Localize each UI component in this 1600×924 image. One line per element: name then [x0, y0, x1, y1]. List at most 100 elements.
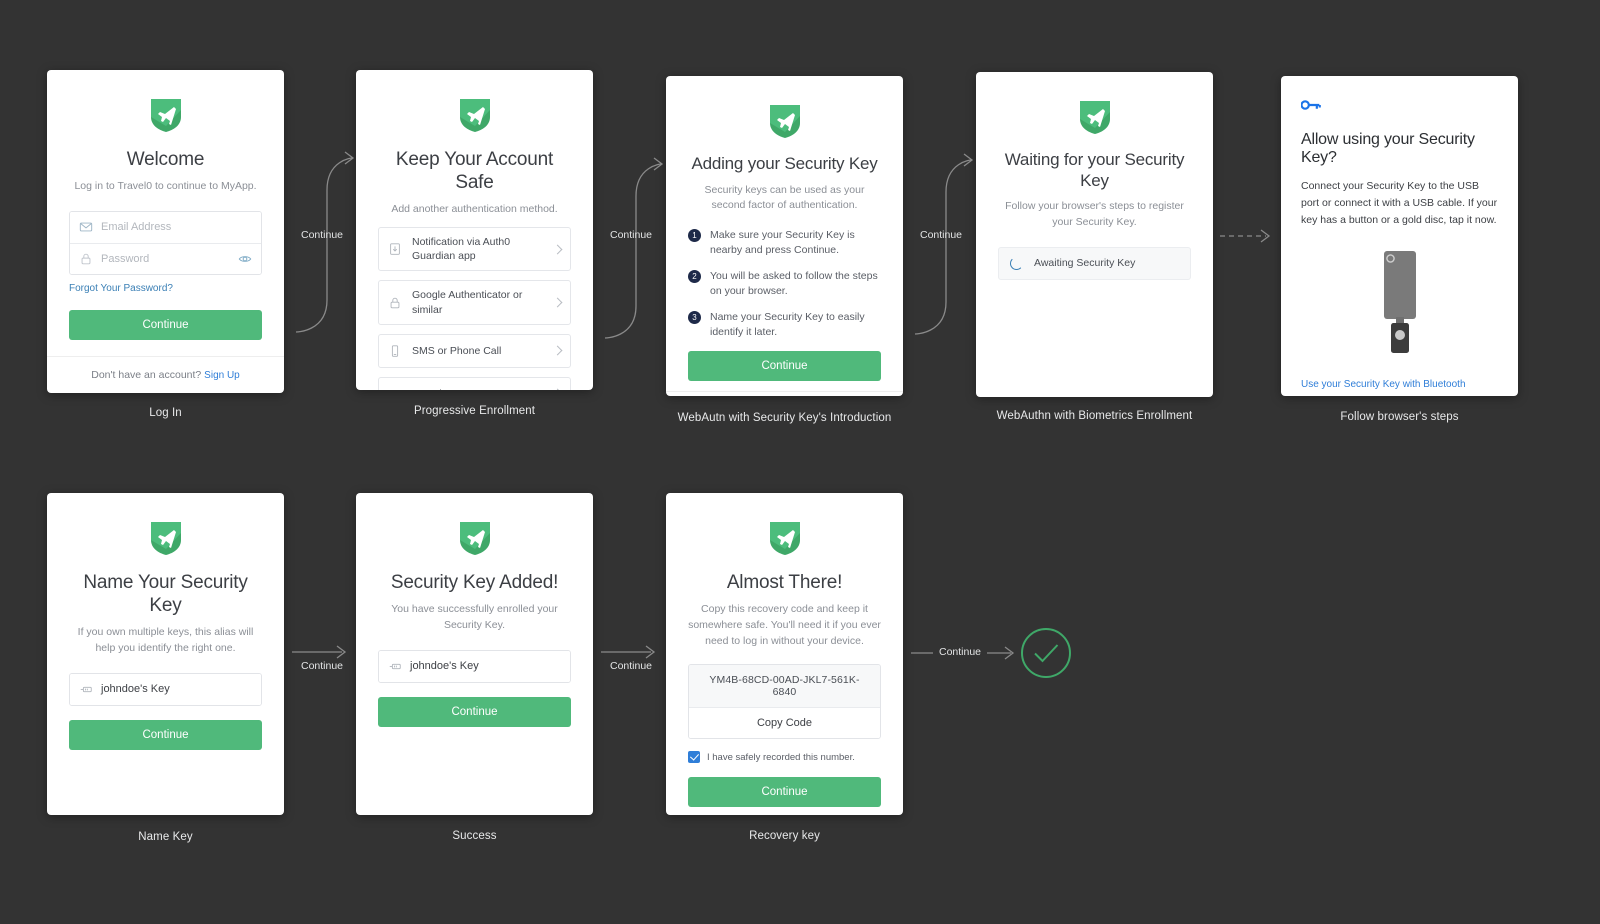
step-text: You will be asked to follow the steps on…: [710, 270, 878, 297]
email-field[interactable]: Email Address: [70, 211, 261, 243]
awaiting-status-box: Awaiting Security Key: [998, 246, 1191, 280]
option-security-key[interactable]: Security Key: [378, 376, 571, 390]
card-login: Welcome Log in to Travel0 to continue to…: [47, 70, 284, 393]
page-title: Adding your Security Key: [691, 154, 878, 173]
option-google-authenticator[interactable]: Google Authenticator or similar: [378, 280, 571, 325]
recovery-code-box: YM4B-68CD-00AD-JKL7-561K-6840 Copy Code: [688, 664, 881, 740]
card-recovery-key: Almost There! Copy this recovery code an…: [666, 493, 903, 815]
waiting-body: Waiting for your Security Key Follow you…: [976, 72, 1213, 397]
card-waiting: Waiting for your Security Key Follow you…: [976, 72, 1213, 397]
option-label: Notification via Auth0 Guardian app: [412, 236, 511, 263]
login-footer: Don't have an account? Sign Up: [47, 356, 284, 393]
recorded-checkbox-row[interactable]: I have safely recorded this number.: [688, 751, 881, 764]
travel0-shield-plane-logo: [769, 522, 800, 555]
connector-label-4: Continue: [300, 660, 344, 672]
caption-enrollment: Progressive Enrollment: [413, 405, 536, 417]
travel0-shield-plane-logo: [769, 105, 800, 138]
continue-button[interactable]: Continue: [688, 777, 881, 808]
enrollment-options: Notification via Auth0 Guardian app Goog…: [378, 227, 571, 390]
step-item: 1 Make sure your Security Key is nearby …: [688, 228, 881, 258]
card-browser-dialog: Allow using your Security Key? Connect y…: [1281, 76, 1518, 396]
option-label: SMS or Phone Call: [412, 344, 502, 357]
step-item: 3 Name your Security Key to easily ident…: [688, 310, 881, 340]
lock-icon: [81, 253, 91, 265]
page-title: Welcome: [126, 149, 205, 170]
connector-label-2: Continue: [609, 229, 653, 241]
card-security-key-intro: Adding your Security Key Security keys c…: [666, 76, 903, 396]
recorded-checkbox-label: I have safely recorded this number.: [707, 751, 855, 763]
intro-steps: 1 Make sure your Security Key is nearby …: [688, 228, 881, 339]
caption-recovery: Recovery key: [749, 830, 820, 842]
bluetooth-link[interactable]: Use your Security Key with Bluetooth: [1301, 379, 1466, 390]
flow-board: Welcome Log in to Travel0 to continue to…: [0, 0, 1600, 924]
usb-security-key-illustration: [1301, 251, 1498, 361]
key-name-input-group: johndoe's Key: [69, 672, 262, 706]
continue-button[interactable]: Continue: [688, 350, 881, 381]
security-key-icon: [389, 663, 401, 670]
dialog-body-text: Connect your Security Key to the USB por…: [1301, 180, 1498, 226]
step-number-badge: 3: [688, 310, 701, 324]
travel0-shield-plane-logo: [459, 99, 490, 132]
connector-waiting-to-browser: [1220, 229, 1271, 243]
connector-label-5: Continue: [609, 660, 653, 672]
page-subtitle: Log in to Travel0 to continue to MyApp.: [74, 180, 257, 193]
option-guardian-push[interactable]: Notification via Auth0 Guardian app: [378, 227, 571, 272]
recorded-checkbox[interactable]: [688, 751, 700, 764]
travel0-shield-plane-logo: [150, 99, 181, 132]
login-body: Welcome Log in to Travel0 to continue to…: [47, 70, 284, 356]
email-placeholder: Email Address: [101, 221, 172, 234]
intro-body: Adding your Security Key Security keys c…: [666, 76, 903, 391]
eye-icon[interactable]: [238, 252, 252, 266]
caption-name-key: Name Key: [138, 831, 193, 843]
page-title: Almost There!: [726, 572, 843, 593]
key-name-input[interactable]: johndoe's Key: [379, 650, 570, 682]
password-field[interactable]: Password: [70, 242, 261, 274]
option-sms-phone[interactable]: SMS or Phone Call: [378, 333, 571, 368]
caption-waiting: WebAuthn with Biometrics Enrollment: [996, 410, 1193, 422]
chevron-right-icon: [552, 244, 563, 255]
dialog-title: Allow using your Security Key?: [1301, 131, 1475, 166]
page-subtitle: You have successfully enrolled your Secu…: [391, 603, 558, 631]
page-subtitle: Copy this recovery code and keep it some…: [688, 603, 881, 647]
continue-button[interactable]: Continue: [378, 696, 571, 727]
recovery-code-value: YM4B-68CD-00AD-JKL7-561K-6840: [689, 665, 880, 708]
key-name-input[interactable]: johndoe's Key: [70, 673, 261, 705]
connector-intro-to-waiting: [914, 153, 974, 335]
loading-spinner-icon: [1010, 256, 1023, 270]
chevron-right-icon: [552, 388, 563, 390]
page-subtitle: Security keys can be used as your second…: [704, 183, 865, 212]
key-name-value: johndoe's Key: [101, 683, 170, 696]
signup-link[interactable]: Sign Up: [204, 370, 240, 381]
caption-intro: WebAutn with Security Key's Introduction: [677, 412, 892, 424]
travel0-shield-plane-logo: [1079, 101, 1110, 134]
step-number-badge: 2: [688, 270, 701, 284]
card-name-key: Name Your Security Key If you own multip…: [47, 493, 284, 815]
connector-label-1: Continue: [300, 229, 344, 241]
copy-code-button[interactable]: Copy Code: [689, 707, 880, 739]
step-number-badge: 1: [688, 229, 701, 243]
card-enrollment: Keep Your Account Safe Add another authe…: [356, 70, 593, 390]
continue-button[interactable]: Continue: [69, 309, 262, 340]
continue-button[interactable]: Continue: [69, 719, 262, 750]
option-label: Google Authenticator or similar: [412, 289, 523, 316]
step-item: 2 You will be asked to follow the steps …: [688, 269, 881, 299]
success-body: Security Key Added! You have successfull…: [356, 493, 593, 815]
page-title: Security Key Added!: [390, 572, 559, 593]
key-name-value: johndoe's Key: [410, 660, 479, 673]
page-title: Waiting for your Security Key: [1004, 150, 1185, 190]
step-text: Make sure your Security Key is nearby an…: [710, 229, 855, 257]
connector-label-3: Continue: [919, 229, 963, 241]
security-key-icon: [80, 687, 92, 693]
option-label: Security Key: [412, 387, 544, 390]
travel0-shield-plane-logo: [459, 522, 490, 555]
travel0-shield-plane-logo: [150, 522, 181, 555]
forgot-password-link[interactable]: Forgot Your Password?: [69, 283, 173, 294]
key-icon: [1300, 100, 1321, 110]
security-key-icon: [388, 387, 402, 390]
enrollment-body: Keep Your Account Safe Add another authe…: [356, 70, 593, 390]
push-notification-icon: [390, 243, 400, 255]
name-key-body: Name Your Security Key If you own multip…: [47, 493, 284, 815]
caption-success: Success: [452, 830, 497, 842]
connector-enrollment-to-intro: [604, 157, 664, 339]
check-circle-icon: [1021, 628, 1071, 678]
